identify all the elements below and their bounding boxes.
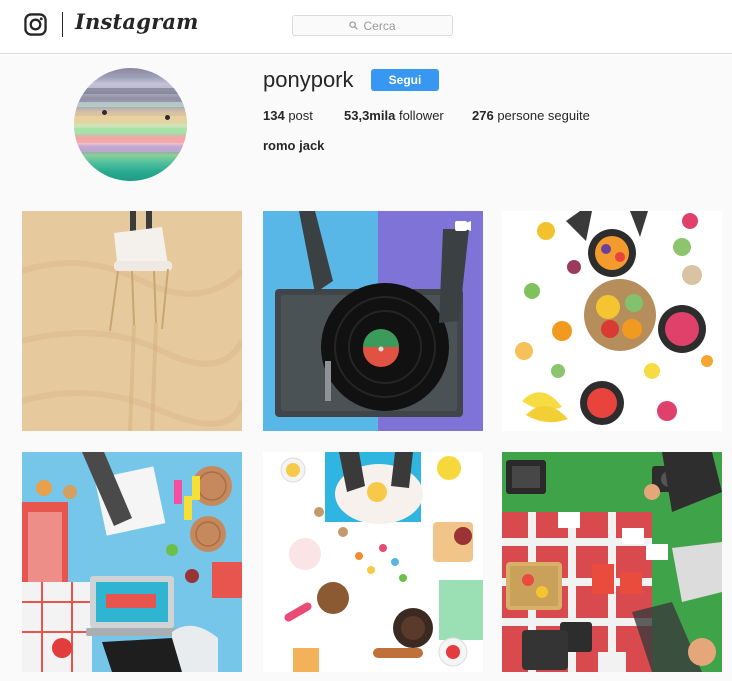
following-stat[interactable]: 276 persone seguite [472, 108, 590, 123]
post-thumbnail-5[interactable] [263, 452, 483, 672]
profile-username: ponypork [263, 67, 354, 92]
posts-count: 134 [263, 108, 285, 123]
post-thumbnail-3[interactable] [502, 211, 722, 431]
avatar[interactable] [74, 68, 187, 181]
post-thumbnail-4[interactable] [22, 452, 242, 672]
search-input[interactable]: Cerca [292, 15, 453, 36]
post-thumbnail-2[interactable] [263, 211, 483, 431]
follow-button[interactable]: Segui [371, 69, 439, 91]
post-thumbnail-6[interactable] [502, 452, 722, 672]
post-thumbnail-1[interactable] [22, 211, 242, 431]
followers-stat[interactable]: 53,3mila follower [344, 108, 444, 123]
search-placeholder: Cerca [363, 18, 396, 33]
following-label: persone seguite [497, 108, 590, 123]
followers-count: 53,3mila [344, 108, 396, 123]
nav-divider [62, 12, 63, 37]
search-icon [349, 21, 359, 30]
posts-count-stat: 134 post [263, 108, 313, 123]
instagram-logo-icon[interactable] [24, 13, 47, 36]
top-navigation: Instagram Cerca [0, 0, 732, 54]
following-count: 276 [472, 108, 494, 123]
instagram-wordmark[interactable]: Instagram [75, 9, 199, 34]
followers-label: follower [398, 108, 444, 123]
posts-label: post [288, 108, 313, 123]
profile-full-name: romo jack [263, 138, 325, 153]
